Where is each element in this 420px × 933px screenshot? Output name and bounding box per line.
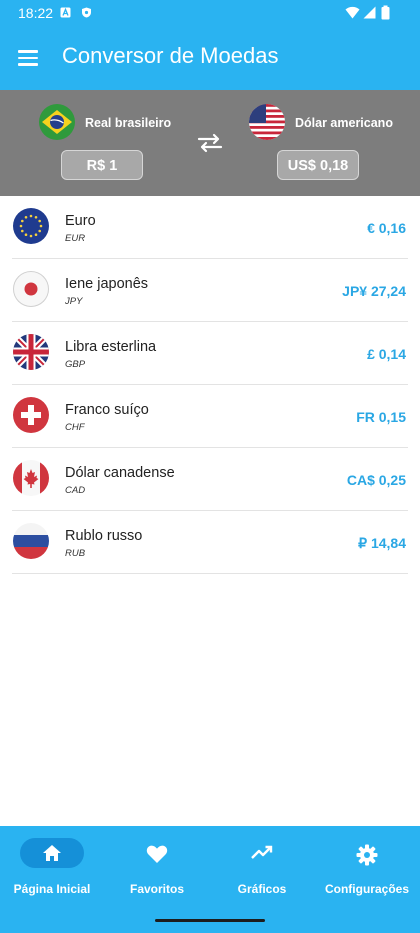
app-title: Conversor de Moedas: [62, 43, 279, 68]
heart-icon: [146, 845, 168, 863]
currency-value: CA$ 0,25: [346, 472, 406, 488]
cellular-signal-icon: [363, 6, 376, 19]
currency-name: Libra esterlina: [65, 339, 157, 355]
currency-value: JP¥ 27,24: [342, 283, 406, 299]
to-currency-name[interactable]: Dólar americano: [295, 116, 393, 130]
currency-code: EUR: [65, 233, 86, 244]
currency-list: Euro EUR € 0,16 Iene japonês JPY JP¥ 27,…: [12, 196, 408, 574]
menu-button[interactable]: [14, 44, 42, 72]
notification-a-icon: [60, 7, 71, 18]
nav-label: Configurações: [324, 882, 409, 896]
wifi-icon: [345, 6, 360, 19]
nav-settings[interactable]: Configurações: [318, 838, 416, 898]
currency-value: £ 0,14: [367, 346, 406, 362]
list-item[interactable]: Iene japonês JPY JP¥ 27,24: [12, 259, 408, 322]
from-currency-name[interactable]: Real brasileiro: [85, 116, 171, 130]
switzerland-flag-icon: [13, 397, 49, 433]
russia-flag-icon: [13, 523, 49, 559]
nav-active-indicator: [20, 838, 84, 868]
japan-flag-icon: [13, 271, 49, 307]
menu-icon: [18, 50, 38, 53]
home-icon: [43, 845, 61, 861]
canada-flag-icon: [13, 460, 49, 496]
swap-horizontal-icon[interactable]: [196, 132, 224, 154]
from-amount-input[interactable]: R$ 1: [61, 150, 143, 180]
nav-label: Página Inicial: [13, 882, 91, 896]
currency-name: Iene japonês: [65, 276, 149, 292]
list-item[interactable]: Franco suíço CHF FR 0,15: [12, 385, 408, 448]
nav-charts[interactable]: Gráficos: [218, 838, 306, 898]
usa-flag-icon[interactable]: [249, 104, 285, 140]
nav-label: Favoritos: [129, 882, 184, 896]
settings-gear-icon: [356, 844, 378, 866]
uk-flag-icon: [13, 334, 49, 370]
to-amount-output: US$ 0,18: [277, 150, 359, 180]
currency-name: Euro: [65, 213, 96, 229]
currency-name: Rublo russo: [65, 528, 143, 544]
list-item[interactable]: Rublo russo RUB ₽ 14,84: [12, 511, 408, 574]
shield-icon: [82, 7, 91, 18]
nav-label: Gráficos: [237, 882, 287, 896]
currency-name: Dólar canadense: [65, 465, 175, 481]
nav-home[interactable]: Página Inicial: [4, 838, 100, 898]
currency-value: ₽ 14,84: [358, 535, 406, 551]
trending-up-icon: [251, 845, 273, 859]
currency-code: RUB: [65, 548, 86, 559]
battery-icon: [381, 5, 390, 20]
currency-code: GBP: [65, 359, 86, 370]
app-bar: Conversor de Moedas: [0, 26, 420, 90]
list-item[interactable]: Euro EUR € 0,16: [12, 196, 408, 259]
brazil-flag-icon[interactable]: [39, 104, 75, 140]
converter-panel: Real brasileiro R$ 1 Dólar americano US$…: [0, 90, 420, 196]
currency-code: CAD: [65, 485, 86, 496]
nav-favorites[interactable]: Favoritos: [110, 838, 204, 898]
currency-value: FR 0,15: [356, 409, 406, 425]
currency-name: Franco suíço: [65, 402, 149, 418]
status-bar: 18:22: [0, 0, 420, 26]
gesture-handle[interactable]: [155, 919, 265, 922]
list-item[interactable]: Libra esterlina GBP £ 0,14: [12, 322, 408, 385]
currency-code: JPY: [65, 296, 83, 307]
bottom-navigation: Página Inicial Favoritos Gráficos Config…: [0, 826, 420, 933]
status-time: 18:22: [18, 5, 54, 21]
currency-code: CHF: [65, 422, 85, 433]
list-item[interactable]: Dólar canadense CAD CA$ 0,25: [12, 448, 408, 511]
eu-flag-icon: [13, 208, 49, 244]
currency-value: € 0,16: [367, 220, 406, 236]
